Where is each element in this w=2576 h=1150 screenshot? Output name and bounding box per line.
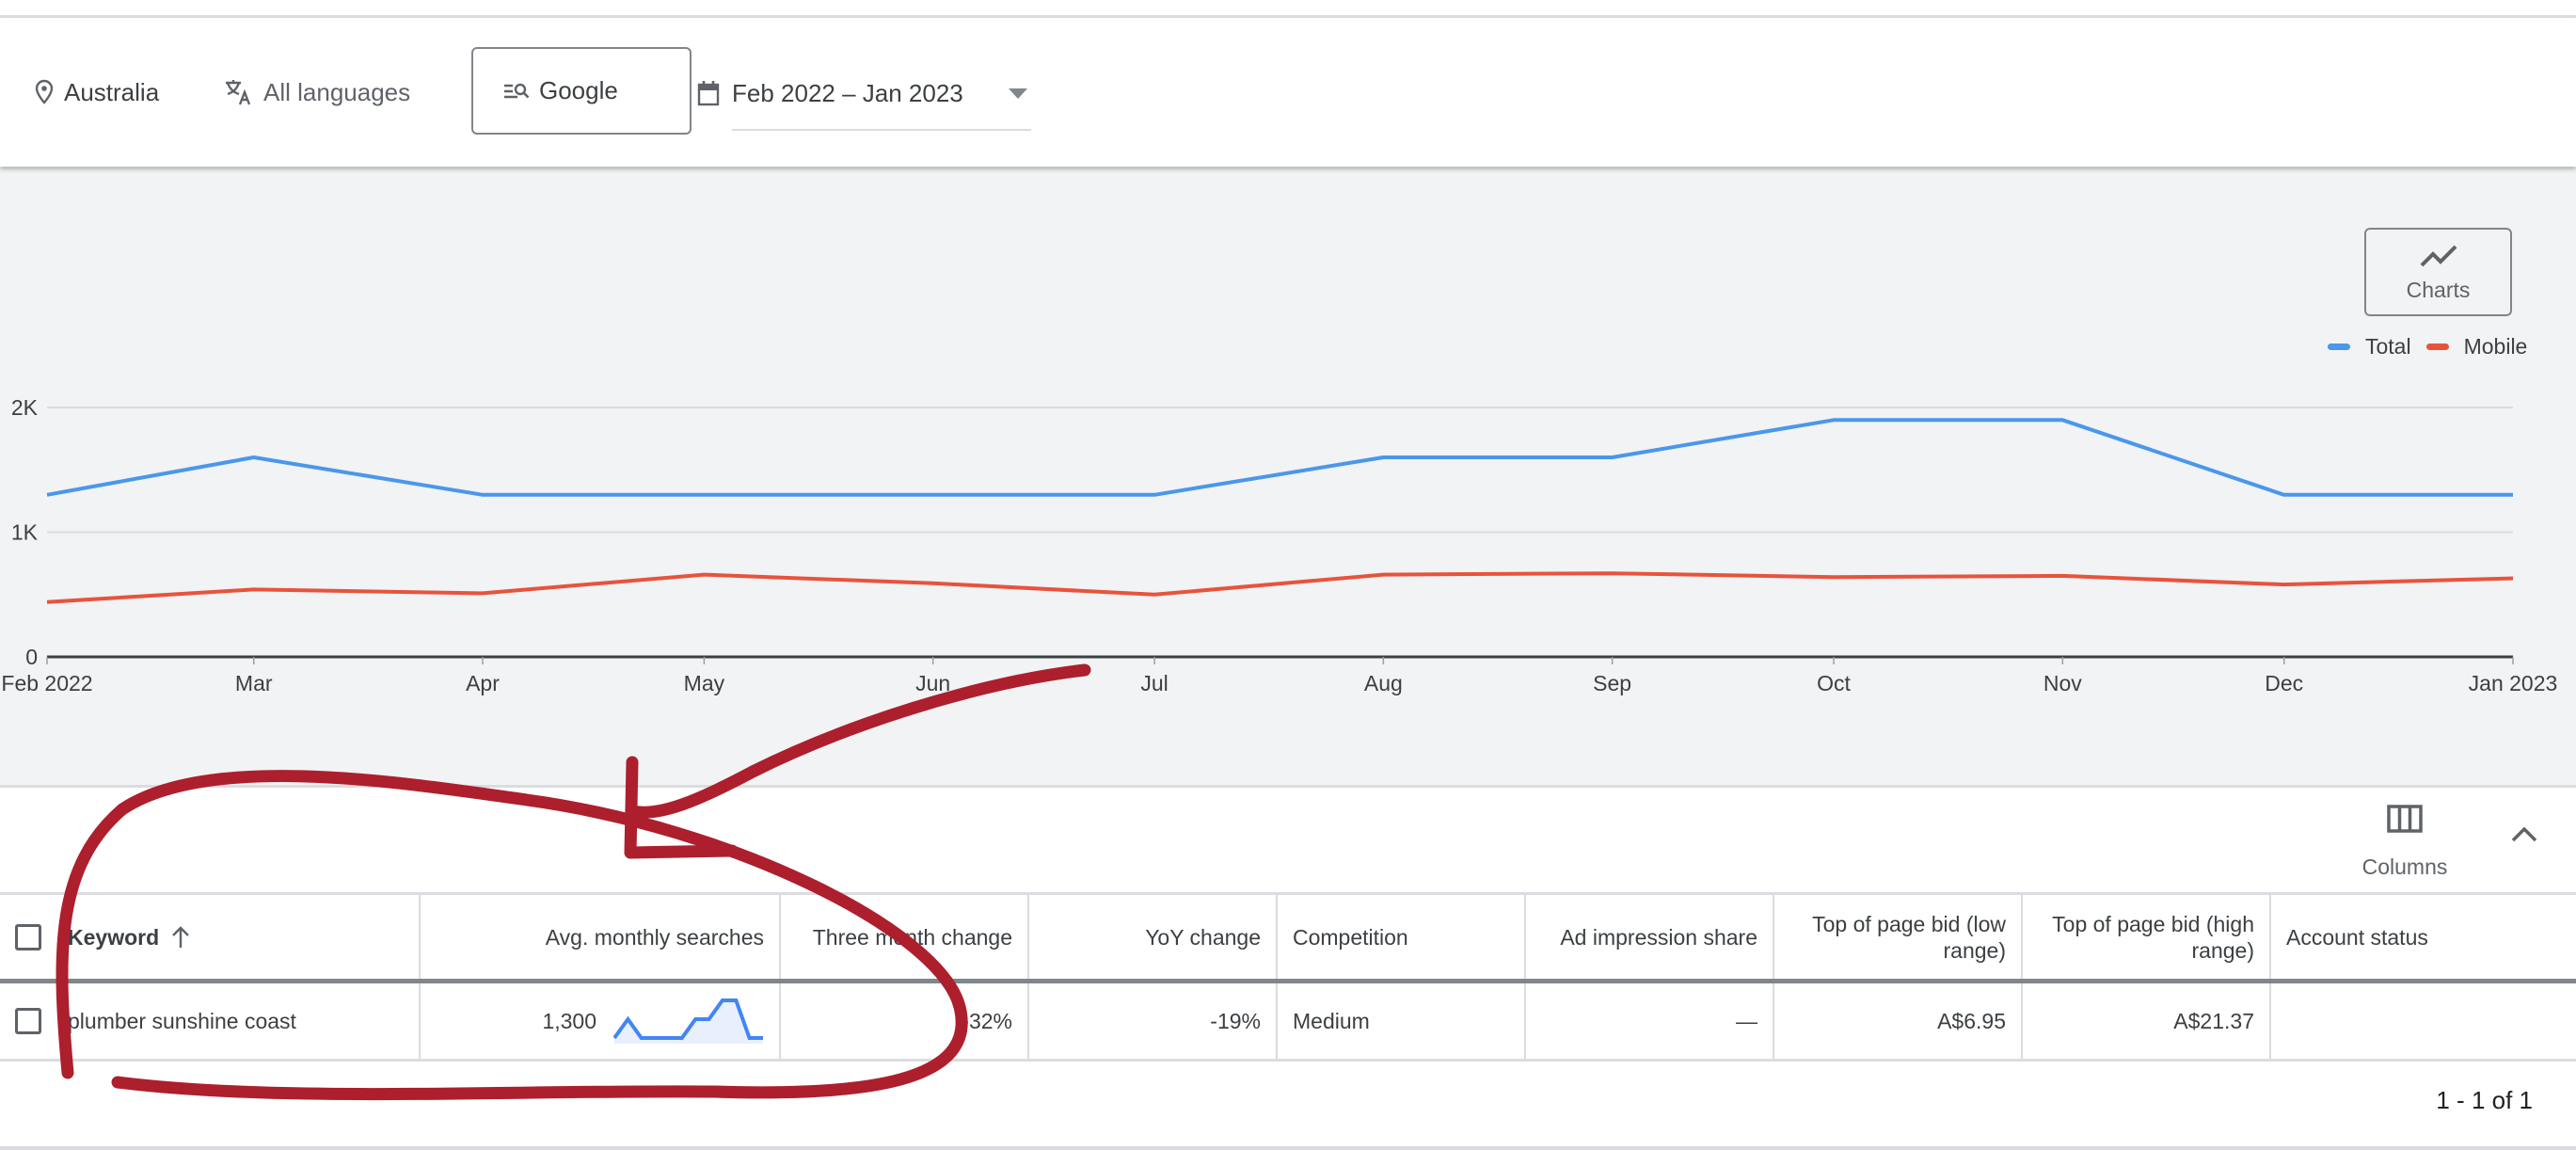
x-tick-label: Mar: [235, 671, 273, 695]
bid-low-cell: A$6.95: [1773, 981, 2023, 1062]
chart-legend: Total Mobile: [2328, 334, 2542, 359]
columns-icon: [2387, 805, 2423, 833]
top-divider: [0, 0, 2576, 18]
columns-button-label: Columns: [2361, 855, 2448, 879]
header-keyword[interactable]: Keyword: [62, 892, 421, 983]
select-all-cell: [0, 892, 62, 983]
chevron-up-icon: [2511, 826, 2537, 842]
series-line-total: [46, 418, 2513, 497]
location-filter[interactable]: Australia: [34, 18, 159, 167]
account-status-cell: [2270, 981, 2576, 1062]
columns-button[interactable]: Columns: [2348, 805, 2461, 880]
date-range-label: Feb 2022 – Jan 2023: [732, 78, 963, 107]
header-yoy-change[interactable]: YoY change: [1028, 892, 1278, 983]
table-toolbar: [0, 788, 2576, 891]
language-label: All languages: [263, 77, 411, 106]
x-tick-label: Sep: [1593, 671, 1631, 695]
x-tick-label: Jun: [915, 671, 950, 695]
header-keyword-label: Keyword: [68, 924, 160, 950]
header-avg-monthly-searches[interactable]: Avg. monthly searches: [420, 892, 781, 983]
avg-monthly-searches-cell: 1,300: [420, 981, 781, 1062]
ad-impression-share-cell: —: [1525, 981, 1774, 1062]
three-month-change-cell: -32%: [780, 981, 1029, 1062]
keyword-table: Keyword Avg. monthly searches Three mont…: [0, 892, 2576, 1062]
sparkline-area: [614, 1000, 763, 1044]
legend-swatch-mobile: [2425, 343, 2449, 350]
date-range-filter[interactable]: Feb 2022 – Jan 2023: [696, 72, 1031, 131]
legend-item-total[interactable]: Total: [2328, 334, 2411, 359]
trend-sparkline: [613, 998, 763, 1044]
table-header-row: Keyword Avg. monthly searches Three mont…: [0, 892, 2576, 983]
bottom-divider: [0, 1146, 2576, 1150]
x-tick-label: Nov: [2043, 671, 2082, 695]
x-tick-label: Oct: [1817, 671, 1851, 695]
table-row: plumber sunshine coast 1,300 -32% -19% M…: [0, 981, 2576, 1062]
collapse-button[interactable]: [2510, 824, 2538, 848]
charts-button[interactable]: Charts: [2364, 228, 2512, 316]
search-network-icon: [504, 83, 530, 98]
header-ad-impression-share[interactable]: Ad impression share: [1525, 892, 1774, 983]
search-volume-chart: 0 1K 2K Feb 2022 Mar Apr May Jun Jul Aug Sep Oct Nov…: [1, 395, 2558, 695]
x-tick-label: Jul: [1140, 671, 1168, 695]
x-tick-label: Apr: [466, 671, 500, 695]
sort-ascending-icon: [172, 925, 189, 948]
network-label: Google: [539, 76, 618, 104]
yoy-change-cell: -19%: [1028, 981, 1278, 1062]
competition-cell: Medium: [1277, 981, 1526, 1062]
language-filter[interactable]: All languages: [224, 18, 410, 167]
location-label: Australia: [64, 77, 160, 106]
x-tick-label: Feb 2022: [1, 671, 92, 695]
line-chart-icon: [2420, 245, 2457, 266]
date-range-underline: [732, 129, 1031, 131]
legend-label-total: Total: [2365, 334, 2411, 359]
header-bid-low[interactable]: Top of page bid (low range): [1773, 892, 2023, 983]
calendar-icon: [697, 81, 720, 106]
x-tick-label: May: [684, 671, 725, 695]
chevron-down-icon[interactable]: [1008, 88, 1027, 99]
row-checkbox[interactable]: [15, 1008, 41, 1035]
keyword-cell: plumber sunshine coast: [62, 981, 421, 1062]
y-tick-label: 0: [25, 645, 38, 669]
network-filter[interactable]: Google: [471, 47, 692, 135]
x-tick-label: Aug: [1364, 671, 1403, 695]
header-three-month-change[interactable]: Three month change: [780, 892, 1029, 983]
translate-icon: [226, 80, 251, 105]
pagination-label: 1 - 1 of 1: [2436, 1086, 2533, 1114]
legend-label-mobile: Mobile: [2463, 334, 2528, 359]
y-tick-label: 2K: [11, 395, 39, 420]
charts-button-label: Charts: [2406, 277, 2471, 302]
bid-high-cell: A$21.37: [2022, 981, 2271, 1062]
header-account-status[interactable]: Account status: [2270, 892, 2576, 983]
filter-bar: Australia All languages Google Feb 2022 …: [0, 18, 2576, 167]
x-tick-label: Dec: [2265, 671, 2303, 695]
header-bid-high[interactable]: Top of page bid (high range): [2022, 892, 2271, 983]
select-all-checkbox[interactable]: [15, 924, 41, 951]
x-tick-label: Jan 2023: [2469, 671, 2558, 695]
header-competition[interactable]: Competition: [1277, 892, 1526, 983]
avg-monthly-searches-value: 1,300: [542, 1008, 596, 1033]
series-line-mobile: [46, 571, 2514, 604]
location-pin-icon: [35, 79, 54, 104]
legend-item-mobile[interactable]: Mobile: [2425, 334, 2528, 359]
y-tick-label: 1K: [11, 520, 39, 545]
legend-swatch-total: [2328, 343, 2350, 350]
row-select-cell: [0, 981, 62, 1062]
